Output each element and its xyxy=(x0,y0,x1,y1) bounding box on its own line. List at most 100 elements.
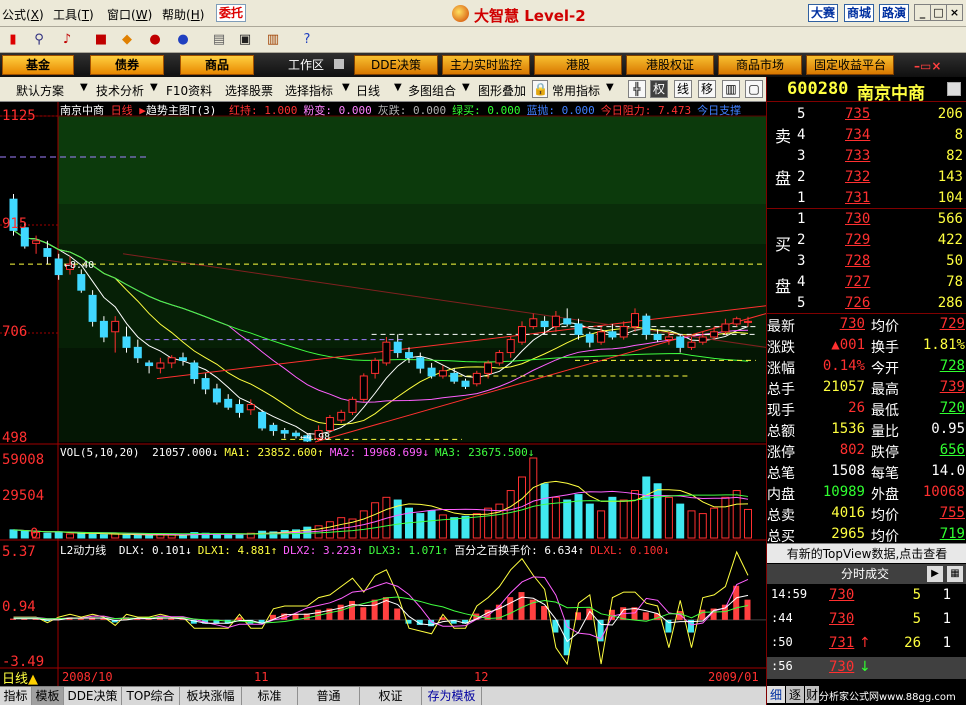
multi-chart[interactable]: 多图组合 xyxy=(408,82,456,99)
dropdown-arrow-icon[interactable]: ▼ xyxy=(80,82,88,93)
candle-body xyxy=(88,294,97,322)
ask-row[interactable]: 4 734 8 xyxy=(767,125,966,146)
tab-tick-by-tick[interactable]: 逐 xyxy=(786,686,804,703)
candle-body xyxy=(484,362,493,374)
bid-row[interactable]: 5 726 286 xyxy=(767,293,966,314)
candle-body xyxy=(405,352,413,359)
common-indicators[interactable]: 常用指标 xyxy=(552,82,600,99)
help-pointer-icon[interactable]: ? xyxy=(298,31,316,49)
diamond-icon[interactable]: ◆ xyxy=(118,31,136,49)
note-icon[interactable]: ▤ xyxy=(210,31,228,49)
dropdown-arrow-icon[interactable]: ▼ xyxy=(342,82,350,93)
dropdown-arrow-icon[interactable]: ▼ xyxy=(462,82,470,93)
candle-body xyxy=(133,346,142,359)
tab-sector-rise[interactable]: 板块涨幅 xyxy=(180,687,242,705)
bar-chart-icon[interactable]: ▮ xyxy=(4,31,22,49)
ask-row[interactable]: 3 733 82 xyxy=(767,146,966,167)
tab-standard[interactable]: 标准 xyxy=(242,687,298,705)
dropdown-arrow-icon[interactable]: ▼ xyxy=(606,82,614,93)
rights-button[interactable]: 权 xyxy=(650,80,668,98)
tab-fixed[interactable]: 固定收益平台 xyxy=(806,55,894,75)
tab-save-template[interactable]: 存为模板 xyxy=(422,687,482,705)
ask-row[interactable]: 1 731 104 xyxy=(767,188,966,209)
ask-row[interactable]: 5 735 206 xyxy=(767,104,966,125)
crosshair-icon[interactable]: ╬ xyxy=(628,80,646,98)
candle-body xyxy=(43,248,52,257)
topview-notice[interactable]: 有新的TopView数据,点击查看 xyxy=(767,543,966,563)
bid-row[interactable]: 2 729 422 xyxy=(767,230,966,251)
tab-commodity[interactable]: 商品 xyxy=(180,55,254,75)
tab-indicator[interactable]: 指标 xyxy=(0,687,32,705)
fund-icon[interactable]: ● xyxy=(146,31,164,49)
menu-window[interactable]: 窗口(W) xyxy=(107,6,152,23)
tech-analysis[interactable]: 技术分析 xyxy=(96,82,144,99)
chart-type-icon[interactable]: ▥ xyxy=(722,80,740,98)
f10-data[interactable]: F10资料 xyxy=(166,82,212,99)
default-scheme[interactable]: 默认方案 xyxy=(16,82,64,99)
line-button[interactable]: 线 xyxy=(674,80,692,98)
tab-hk-warrant[interactable]: 港股权证 xyxy=(626,55,714,75)
menu-help[interactable]: 帮助(H) xyxy=(162,6,204,23)
quote-stat-value: 729 xyxy=(939,316,965,332)
tab-hk[interactable]: 港股 xyxy=(534,55,622,75)
ask-row[interactable]: 2 732 143 xyxy=(767,167,966,188)
volume-info-line: VOL(5,10,20) 21057.000↓ MA1: 23852.600↑ MA… xyxy=(60,446,534,459)
tick-n: 1 xyxy=(942,587,951,603)
select-indicator[interactable]: 选择指标 xyxy=(285,82,333,99)
tab-warrant[interactable]: 权证 xyxy=(360,687,422,705)
entrust-button[interactable]: 委托 xyxy=(216,4,247,22)
bond-icon[interactable]: ● xyxy=(174,31,192,49)
window-icon[interactable]: ▣ xyxy=(236,31,254,49)
mall-button[interactable]: 商城 xyxy=(844,4,875,22)
alarm-icon[interactable]: ♪ xyxy=(58,31,76,49)
kline-chart-svg[interactable] xyxy=(0,102,767,686)
candle-body xyxy=(111,320,120,333)
dropdown-arrow-icon[interactable]: ▼ xyxy=(394,82,402,93)
tab-top-summary[interactable]: TOP综合 xyxy=(122,687,180,705)
restore-icon[interactable]: □ xyxy=(930,4,947,21)
contest-button[interactable]: 大赛 xyxy=(808,4,839,22)
period-select[interactable]: 日线 xyxy=(356,82,380,99)
tab-template[interactable]: 模板 xyxy=(32,687,64,705)
tick-row: :50 731 26 1 ↑ xyxy=(767,633,966,655)
move-button[interactable]: 移 xyxy=(698,80,716,98)
dropdown-arrow-icon[interactable]: ▼ xyxy=(150,82,158,93)
date-label: 2008/10 xyxy=(62,670,113,684)
roadshow-button[interactable]: 路演 xyxy=(879,4,910,22)
menu-tools[interactable]: 工具(T) xyxy=(53,6,94,23)
panel-window-controls[interactable]: –▭× xyxy=(914,59,941,73)
tab-monitor[interactable]: 主力实时监控 xyxy=(442,55,530,75)
play-icon[interactable]: ▶ xyxy=(927,566,943,582)
select-stock[interactable]: 选择股票 xyxy=(225,82,273,99)
workarea-label[interactable]: 工作区 xyxy=(262,55,352,75)
minimize-icon[interactable]: _ xyxy=(914,4,931,21)
panel-icon[interactable]: ▦ xyxy=(947,566,963,582)
tab-fund[interactable]: 基金 xyxy=(2,55,74,75)
tab-dde[interactable]: DDE决策 xyxy=(354,55,438,75)
screen-icon[interactable]: ▢ xyxy=(745,80,763,98)
quote-stat-row: 总笔 1508 每笔 14.0 xyxy=(767,461,966,482)
bid-row[interactable]: 1 730 566 xyxy=(767,209,966,230)
tab-normal[interactable]: 普通 xyxy=(298,687,360,705)
bid-row[interactable]: 3 728 50 xyxy=(767,251,966,272)
report-icon[interactable]: ■ xyxy=(92,31,110,49)
tab-finance[interactable]: 财 xyxy=(805,686,819,703)
tab-bond[interactable]: 债券 xyxy=(90,55,164,75)
lock-icon[interactable]: 🔒 xyxy=(532,80,548,98)
tab-detail[interactable]: 细 xyxy=(767,686,785,703)
menu-formula[interactable]: 公式(X) xyxy=(2,6,44,23)
workarea-dropdown-icon[interactable] xyxy=(333,59,344,69)
volume-value: MA1: 23852.600↑ xyxy=(224,446,324,459)
chart-overlay[interactable]: 图形叠加 xyxy=(478,82,526,99)
bid-row[interactable]: 4 727 78 xyxy=(767,272,966,293)
books-icon[interactable]: ▥ xyxy=(264,31,282,49)
close-icon[interactable]: × xyxy=(946,4,963,21)
period-badge-label: 日线 xyxy=(2,672,29,687)
chart-area[interactable]: 南京中商 日线 ▶趋势主图T(3) 红持: 1.000 粉变: 0.000 灰跌: … xyxy=(0,102,767,687)
panel-toggle-icon[interactable] xyxy=(947,82,961,96)
binoculars-icon[interactable]: ⚲ xyxy=(30,31,48,49)
stock-name: 南京中商 xyxy=(857,84,925,104)
tab-market[interactable]: 商品市场 xyxy=(718,55,802,75)
tab-dde-decision[interactable]: DDE决策 xyxy=(64,687,122,705)
formula-site-link[interactable]: 分析家公式网www.88gg.com xyxy=(819,688,956,703)
